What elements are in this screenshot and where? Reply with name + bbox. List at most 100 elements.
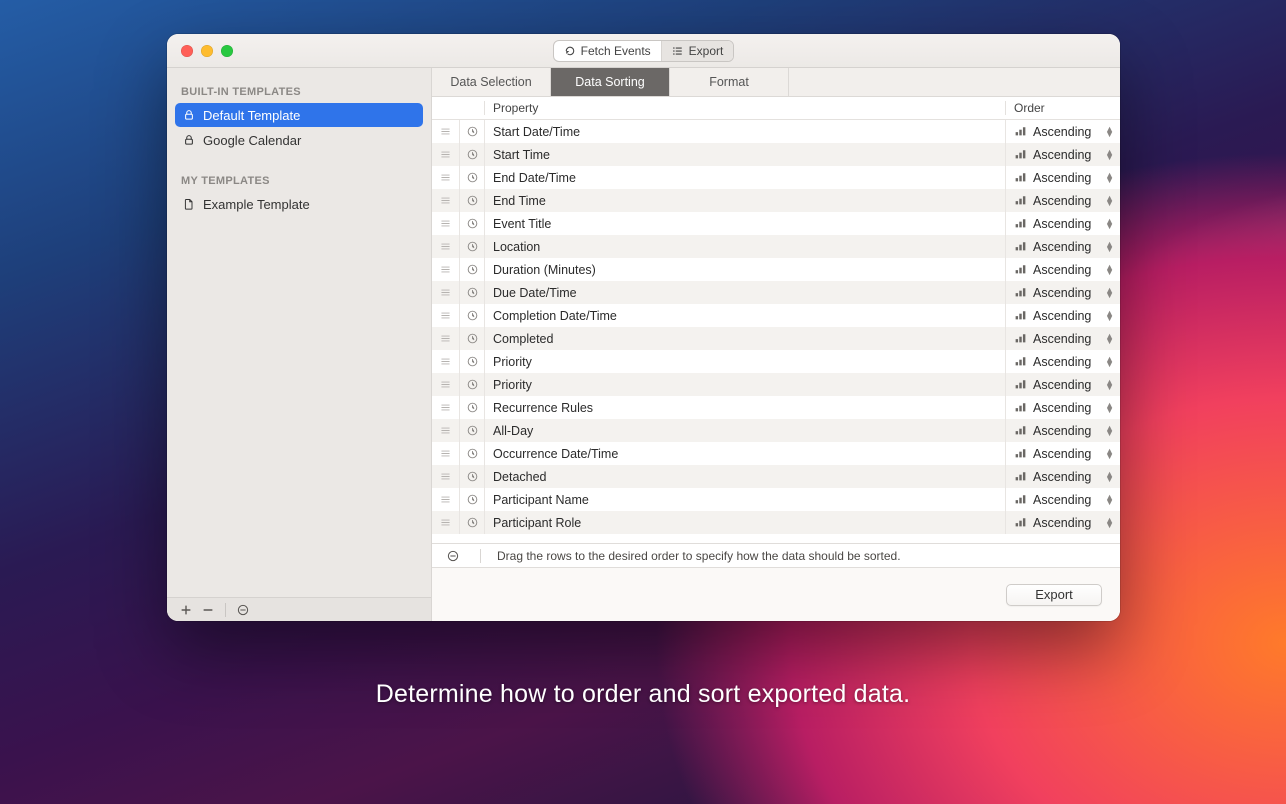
drag-handle-icon[interactable] <box>432 281 459 304</box>
property-cell: Priority <box>484 350 1005 373</box>
order-label: Ascending <box>1033 171 1091 185</box>
drag-handle-icon[interactable] <box>432 120 459 143</box>
export-button[interactable]: Export <box>1006 584 1102 606</box>
table-row[interactable]: PriorityAscending▲▼ <box>432 373 1120 396</box>
table-row[interactable]: Recurrence RulesAscending▲▼ <box>432 396 1120 419</box>
drag-handle-icon[interactable] <box>432 511 459 534</box>
table-row[interactable]: Duration (Minutes)Ascending▲▼ <box>432 258 1120 281</box>
order-label: Ascending <box>1033 401 1091 415</box>
stepper-icon[interactable]: ▲▼ <box>1105 334 1114 344</box>
sidebar-item[interactable]: Example Template <box>175 192 423 216</box>
order-cell[interactable]: Ascending▲▼ <box>1005 304 1120 327</box>
table-row[interactable]: PriorityAscending▲▼ <box>432 350 1120 373</box>
table-row[interactable]: Participant RoleAscending▲▼ <box>432 511 1120 534</box>
stepper-icon[interactable]: ▲▼ <box>1105 380 1114 390</box>
stepper-icon[interactable]: ▲▼ <box>1105 426 1114 436</box>
drag-handle-icon[interactable] <box>432 258 459 281</box>
drag-handle-icon[interactable] <box>432 419 459 442</box>
order-cell[interactable]: Ascending ▲▼ <box>1005 166 1120 189</box>
add-template-button[interactable] <box>175 599 197 621</box>
stepper-icon[interactable]: ▲▼ <box>1105 472 1114 482</box>
header-property[interactable]: Property <box>484 101 1005 115</box>
table-row[interactable]: Event TitleAscending▲▼ <box>432 212 1120 235</box>
table-row[interactable]: Participant NameAscending▲▼ <box>432 488 1120 511</box>
order-label: Ascending <box>1033 194 1091 208</box>
stepper-icon[interactable]: ▲▼ <box>1105 127 1114 137</box>
sidebar-item[interactable]: Default Template <box>175 103 423 127</box>
ascending-icon <box>1014 285 1027 301</box>
stepper-icon[interactable]: ▲▼ <box>1105 357 1114 367</box>
order-cell[interactable]: Ascending▲▼ <box>1005 281 1120 304</box>
sidebar-item[interactable]: Google Calendar <box>175 128 423 152</box>
order-cell[interactable]: Ascending▲▼ <box>1005 212 1120 235</box>
ascending-icon <box>1014 492 1027 508</box>
drag-handle-icon[interactable] <box>432 373 459 396</box>
titlebar: Fetch Events Export <box>167 34 1120 68</box>
stepper-icon[interactable]: ▲▼ <box>1105 242 1114 252</box>
order-cell[interactable]: Ascending▲▼ <box>1005 327 1120 350</box>
order-cell[interactable]: Ascending▲▼ <box>1005 373 1120 396</box>
table-row[interactable]: CompletedAscending▲▼ <box>432 327 1120 350</box>
stepper-icon[interactable]: ▲▼ <box>1105 150 1114 160</box>
table-row[interactable]: Start TimeAscending▲▼ <box>432 143 1120 166</box>
table-row[interactable]: Completion Date/TimeAscending▲▼ <box>432 304 1120 327</box>
table-row[interactable]: LocationAscending▲▼ <box>432 235 1120 258</box>
table-row[interactable]: Start Date/TimeAscending▲▼ <box>432 120 1120 143</box>
tab[interactable]: Format <box>670 68 789 96</box>
order-cell[interactable]: Ascending▲▼ <box>1005 465 1120 488</box>
table-row[interactable]: Due Date/TimeAscending▲▼ <box>432 281 1120 304</box>
stepper-icon[interactable]: ▲▼ <box>1105 449 1114 459</box>
drag-handle-icon[interactable] <box>432 189 459 212</box>
stepper-icon[interactable]: ▲▼ <box>1105 495 1114 505</box>
stepper-icon[interactable]: ▲▼ <box>1105 173 1114 183</box>
drag-handle-icon[interactable] <box>432 442 459 465</box>
drag-handle-icon[interactable] <box>432 166 459 189</box>
zoom-button[interactable] <box>221 45 233 57</box>
table-row[interactable]: DetachedAscending▲▼ <box>432 465 1120 488</box>
drag-handle-icon[interactable] <box>432 143 459 166</box>
remove-template-button[interactable] <box>197 599 219 621</box>
order-cell[interactable]: Ascending▲▼ <box>1005 488 1120 511</box>
order-cell[interactable]: Ascending ▲▼ <box>1005 189 1120 212</box>
tab[interactable]: Data Selection <box>432 68 551 96</box>
order-cell[interactable]: Ascending▲▼ <box>1005 419 1120 442</box>
hint-action-button[interactable] <box>442 545 464 567</box>
order-cell[interactable]: Ascending ▲▼ <box>1005 396 1120 419</box>
sidebar-item-label: Default Template <box>203 108 300 123</box>
table-row[interactable]: All-DayAscending▲▼ <box>432 419 1120 442</box>
order-cell[interactable]: Ascending▲▼ <box>1005 511 1120 534</box>
stepper-icon[interactable]: ▲▼ <box>1105 288 1114 298</box>
order-cell[interactable]: Ascending▲▼ <box>1005 350 1120 373</box>
drag-handle-icon[interactable] <box>432 212 459 235</box>
clock-icon <box>459 281 484 304</box>
template-action-button[interactable] <box>232 599 254 621</box>
export-toolbar-button[interactable]: Export <box>661 41 734 61</box>
order-cell[interactable]: Ascending▲▼ <box>1005 120 1120 143</box>
order-cell[interactable]: Ascending▲▼ <box>1005 442 1120 465</box>
drag-handle-icon[interactable] <box>432 327 459 350</box>
drag-handle-icon[interactable] <box>432 350 459 373</box>
drag-handle-icon[interactable] <box>432 396 459 419</box>
header-order[interactable]: Order <box>1005 101 1120 115</box>
order-cell[interactable]: Ascending▲▼ <box>1005 258 1120 281</box>
fetch-events-button[interactable]: Fetch Events <box>554 41 661 61</box>
table-row[interactable]: End TimeAscending▲▼ <box>432 189 1120 212</box>
stepper-icon[interactable]: ▲▼ <box>1105 265 1114 275</box>
order-cell[interactable]: Ascending▲▼ <box>1005 143 1120 166</box>
close-button[interactable] <box>181 45 193 57</box>
table-row[interactable]: Occurrence Date/TimeAscending▲▼ <box>432 442 1120 465</box>
clock-icon <box>459 120 484 143</box>
drag-handle-icon[interactable] <box>432 488 459 511</box>
table-row[interactable]: End Date/TimeAscending▲▼ <box>432 166 1120 189</box>
minimize-button[interactable] <box>201 45 213 57</box>
stepper-icon[interactable]: ▲▼ <box>1105 311 1114 321</box>
stepper-icon[interactable]: ▲▼ <box>1105 196 1114 206</box>
order-cell[interactable]: Ascending▲▼ <box>1005 235 1120 258</box>
stepper-icon[interactable]: ▲▼ <box>1105 518 1114 528</box>
drag-handle-icon[interactable] <box>432 304 459 327</box>
drag-handle-icon[interactable] <box>432 465 459 488</box>
tab[interactable]: Data Sorting <box>551 68 670 96</box>
drag-handle-icon[interactable] <box>432 235 459 258</box>
stepper-icon[interactable]: ▲▼ <box>1105 219 1114 229</box>
stepper-icon[interactable]: ▲▼ <box>1105 403 1114 413</box>
